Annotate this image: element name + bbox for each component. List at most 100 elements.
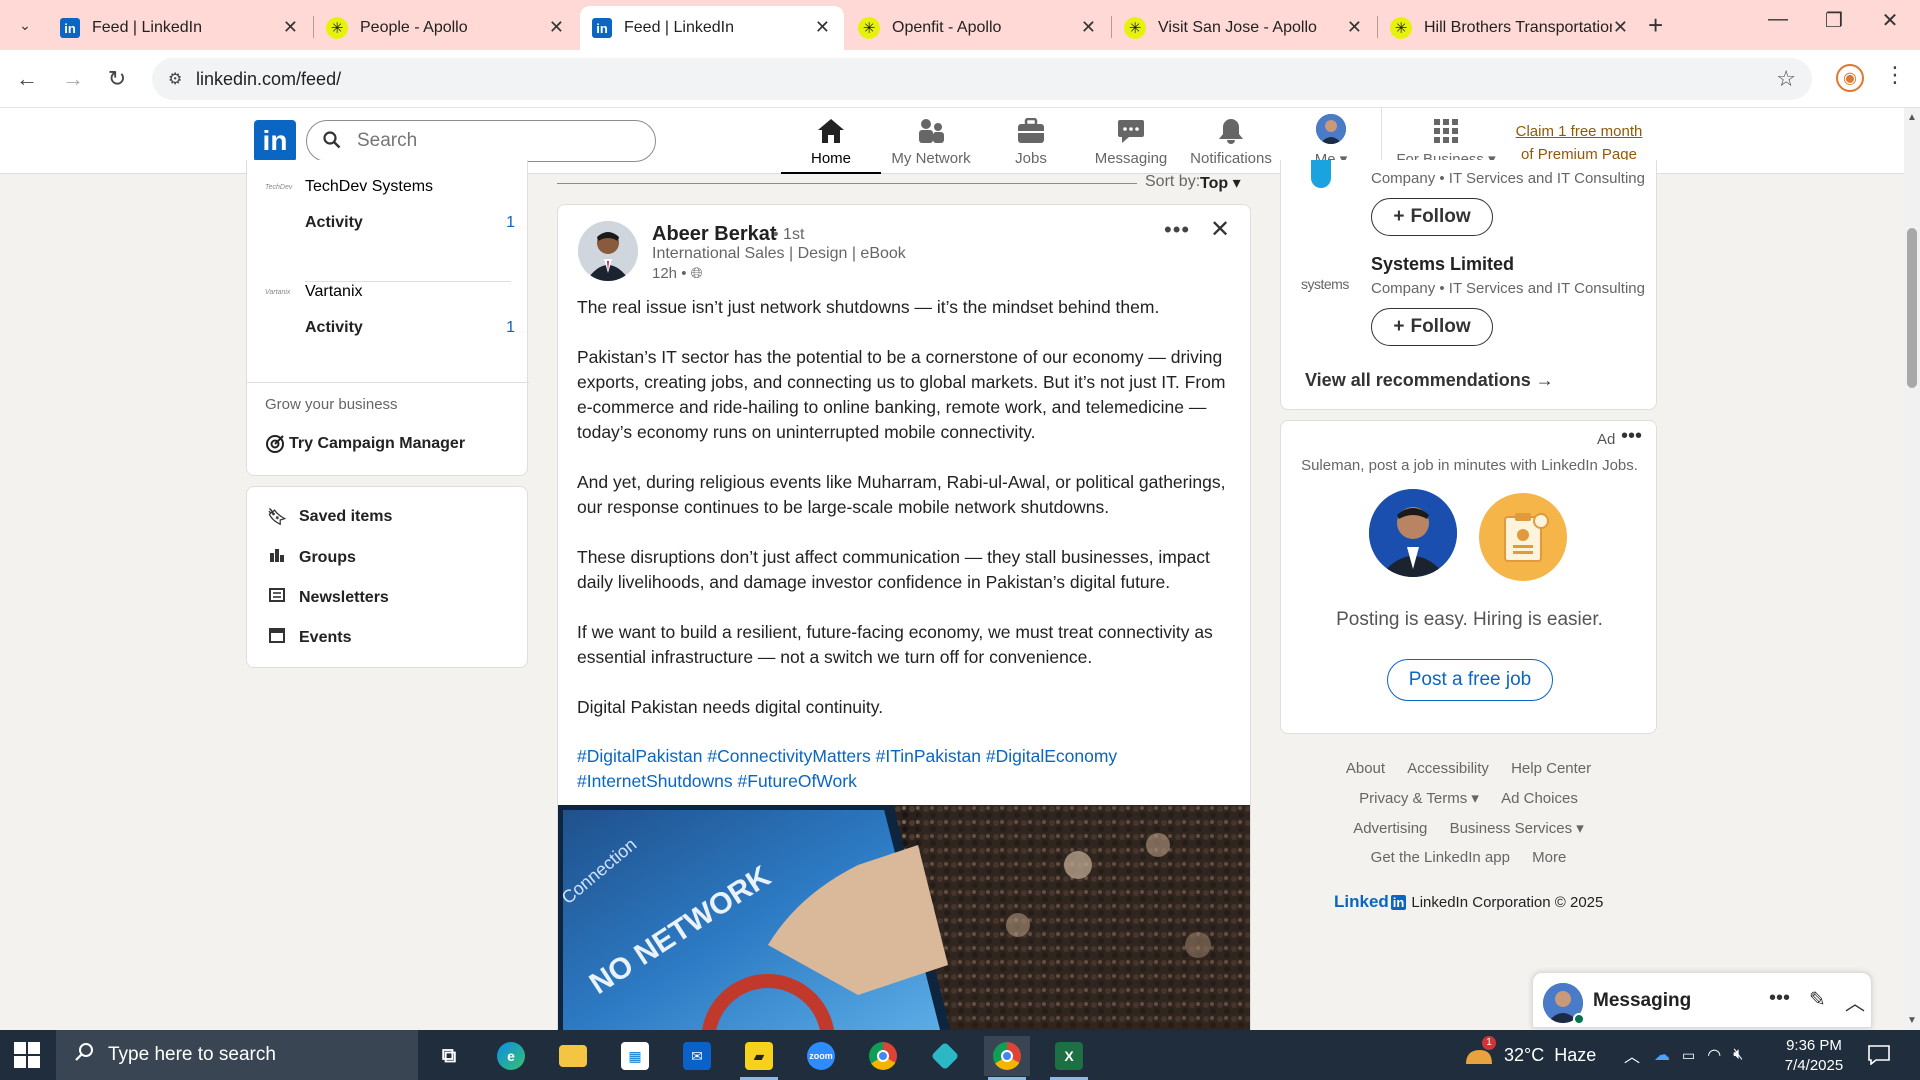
nav-jobs[interactable]: Jobs [981,116,1081,174]
nav-home[interactable]: Home [781,116,881,174]
page-name[interactable]: Vartanix [305,283,363,301]
chrome-profile-icon[interactable] [984,1036,1030,1080]
tab-feed-linkedin-active[interactable]: in Feed | LinkedIn ✕ [580,6,844,50]
search-input[interactable] [357,130,637,152]
page-item-vartanix[interactable]: Vartanix Vartanix [265,283,363,301]
restore-button[interactable]: ❐ [1814,8,1854,33]
saved-items-link[interactable]: 🔖︎ Saved items [267,507,392,527]
post-free-job-button[interactable]: Post a free job [1387,659,1553,701]
chevron-up-icon[interactable]: ︿ [1624,1043,1640,1067]
company-name[interactable]: Systems Limited [1371,254,1514,275]
close-window-button[interactable]: ✕ [1870,8,1910,33]
browser-profile-icon[interactable]: ◉ [1836,64,1864,92]
chevron-up-icon[interactable]: ︿ [1845,987,1865,1016]
sort-dropdown[interactable]: Top ▾ [1200,173,1241,193]
address-bar[interactable]: ⚙ linkedin.com/feed/ ☆ [152,58,1812,100]
windows-start-icon[interactable] [14,1042,40,1068]
volume-muted-icon[interactable]: 🔇︎ [1733,1046,1743,1064]
new-tab-button[interactable]: + [1648,10,1663,41]
weather-widget[interactable]: 1 32°C Haze [1464,1030,1596,1080]
tab-people-apollo[interactable]: ✳ People - Apollo ✕ [314,6,578,50]
battery-icon[interactable]: ▭ [1682,1047,1695,1064]
company-logo-icon [1311,160,1331,188]
messaging-title[interactable]: Messaging [1593,990,1691,1012]
page-scrollbar[interactable]: ▲ ▼ [1904,108,1920,1030]
browser-menu-icon[interactable]: ⋮ [1884,62,1906,88]
nav-notifications[interactable]: Notifications [1181,116,1281,174]
footer-link-get-app[interactable]: Get the LinkedIn app [1371,849,1510,866]
messaging-overlay[interactable]: Messaging ••• ✎ ︿ [1532,972,1872,1028]
footer-link-about[interactable]: About [1346,760,1385,777]
scroll-up-icon[interactable]: ▲ [1907,112,1917,123]
tab-feed-linkedin-1[interactable]: in Feed | LinkedIn ✕ [48,6,312,50]
close-tab-icon[interactable]: ✕ [815,17,830,38]
microsoft-store-icon[interactable]: ▦ [612,1036,658,1076]
newsletters-link[interactable]: Newsletters [267,587,389,608]
post-hashtags[interactable]: #DigitalPakistan #ConnectivityMatters #I… [577,744,1237,794]
page-activity-row[interactable]: Activity 1 [305,319,515,337]
taskbar-clock[interactable]: 9:36 PM 7/4/2025 [1766,1036,1862,1076]
excel-icon[interactable]: X [1046,1036,1092,1080]
divider [305,281,511,282]
view-all-recommendations-link[interactable]: View all recommendations → [1305,370,1554,391]
groups-link[interactable]: Groups [267,547,356,568]
post-image[interactable]: NO NETWORK Connection [558,805,1250,1040]
mail-icon[interactable]: ✉ [674,1036,720,1076]
page-name[interactable]: TechDev Systems [305,178,433,196]
footer-link-ad-choices[interactable]: Ad Choices [1501,790,1578,807]
events-link[interactable]: Events [267,627,351,648]
zoom-icon[interactable]: zoom [798,1036,844,1076]
site-info-icon[interactable]: ⚙ [168,69,182,89]
nav-messaging[interactable]: Messaging [1081,116,1181,174]
search-box[interactable] [306,120,656,162]
messaging-icon [1117,116,1145,144]
chrome-icon[interactable] [860,1036,906,1076]
close-tab-icon[interactable]: ✕ [1347,17,1362,38]
page-item-techdev[interactable]: TechDev TechDev Systems [265,178,433,196]
sticky-notes-icon[interactable]: ▰ [736,1036,782,1080]
app-diamond-icon[interactable] [922,1036,968,1076]
page-activity-row[interactable]: Activity 1 [305,214,515,232]
edge-icon[interactable]: e [488,1036,534,1076]
tab-openfit-apollo[interactable]: ✳ Openfit - Apollo ✕ [846,6,1110,50]
follow-button[interactable]: + Follow [1371,308,1493,346]
scroll-down-icon[interactable]: ▼ [1907,1015,1917,1026]
footer-link-business-services[interactable]: Business Services ▾ [1450,820,1584,837]
messaging-more-icon[interactable]: ••• [1769,987,1790,1010]
tab-search-icon[interactable]: ⌄ [12,12,38,38]
compose-message-icon[interactable]: ✎ [1809,987,1826,1012]
close-tab-icon[interactable]: ✕ [1081,17,1096,38]
try-campaign-manager-link[interactable]: Try Campaign Manager [265,434,465,454]
nav-my-network[interactable]: My Network [881,116,981,174]
author-avatar[interactable] [578,221,638,281]
task-view-icon[interactable]: ⧉ [426,1036,472,1076]
tab-hill-brothers-apollo[interactable]: ✳ Hill Brothers Transportation ✕ [1378,6,1642,50]
post-more-options-icon[interactable]: ••• [1164,217,1190,243]
linkedin-logo-icon[interactable]: in [254,120,296,162]
tab-visit-san-jose-apollo[interactable]: ✳ Visit San Jose - Apollo ✕ [1112,6,1376,50]
footer-link-help-center[interactable]: Help Center [1511,760,1591,777]
footer-link-accessibility[interactable]: Accessibility [1407,760,1489,777]
footer-link-more[interactable]: More [1532,849,1566,866]
url-text[interactable]: linkedin.com/feed/ [196,69,341,90]
close-tab-icon[interactable]: ✕ [1613,17,1628,38]
footer-link-advertising[interactable]: Advertising [1353,820,1427,837]
notification-center-icon[interactable] [1868,1030,1890,1080]
footer-link-privacy-terms[interactable]: Privacy & Terms ▾ [1359,790,1479,807]
back-button[interactable]: ← [12,66,42,92]
taskbar-search-box[interactable]: Type here to search [56,1030,418,1080]
network-icon[interactable]: ◠ [1707,1045,1721,1065]
post-dismiss-icon[interactable]: ✕ [1210,215,1230,244]
close-tab-icon[interactable]: ✕ [549,17,564,38]
reload-button[interactable]: ↻ [102,66,132,92]
author-name[interactable]: Abeer Berkat [652,223,777,246]
scrollbar-thumb[interactable] [1907,228,1917,388]
onedrive-icon[interactable]: ☁ [1654,1045,1670,1065]
close-tab-icon[interactable]: ✕ [283,17,298,38]
forward-button[interactable]: → [58,66,88,92]
minimize-button[interactable]: — [1758,8,1798,31]
file-explorer-icon[interactable] [550,1036,596,1076]
ad-more-options-icon[interactable]: ••• [1621,425,1642,448]
bookmark-star-icon[interactable]: ☆ [1776,66,1796,92]
follow-button[interactable]: + Follow [1371,198,1493,236]
